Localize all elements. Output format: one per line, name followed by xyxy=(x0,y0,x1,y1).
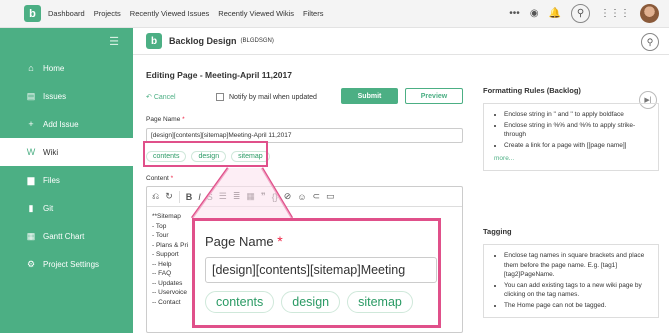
sidebar-item-issues[interactable]: ▤ Issues xyxy=(0,82,133,110)
home-icon: ⌂ xyxy=(28,63,34,73)
sidebar-item-project-settings[interactable]: ⚙ Project Settings xyxy=(0,250,133,278)
bold-icon[interactable]: B xyxy=(186,192,193,202)
link-icon[interactable]: ⊘ xyxy=(284,191,292,202)
tagging-rule: The Home page can not be tagged. xyxy=(504,301,650,311)
sidebar-item-git[interactable]: ▮ Git xyxy=(0,194,133,222)
attach-icon[interactable]: ⊂ xyxy=(313,191,321,202)
nav-recent-wikis[interactable]: Recently Viewed Wikis xyxy=(218,9,294,18)
submit-button[interactable]: Submit xyxy=(341,88,398,104)
list-icon[interactable]: ☰ xyxy=(219,191,227,202)
project-key: (BLGDSGN) xyxy=(240,38,274,44)
toolbar-divider xyxy=(178,190,180,203)
header-actions: ••• ◉ 🔔 ⚲ ⋮⋮⋮ xyxy=(509,4,659,23)
preview-button[interactable]: Preview xyxy=(405,88,463,104)
strike-icon[interactable]: S xyxy=(207,192,213,202)
menu-icon[interactable]: ☰ xyxy=(0,28,133,54)
search-icon[interactable]: ⚲ xyxy=(571,4,590,23)
redo-icon[interactable]: ↻ xyxy=(165,191,173,202)
sidebar-item-gantt-chart[interactable]: ▦ Gantt Chart xyxy=(0,222,133,250)
zoom-page-name-label-text: Page Name xyxy=(205,234,274,249)
files-icon: ▆ xyxy=(27,174,35,185)
issues-icon: ▤ xyxy=(26,90,36,101)
sidebar-item-add-issue[interactable]: + Add Issue xyxy=(0,110,133,138)
git-icon: ▮ xyxy=(28,202,34,213)
sidebar-item-label: Project Settings xyxy=(43,259,100,269)
gear-icon: ⚙ xyxy=(26,258,36,269)
required-mark: * xyxy=(182,116,185,123)
apps-icon[interactable]: ⋮⋮⋮ xyxy=(600,8,630,19)
formatting-rules-list: Enclose string in '' and '' to apply bol… xyxy=(483,103,659,171)
tagging-title: Tagging xyxy=(483,227,512,236)
backlog-logo[interactable]: b xyxy=(24,5,41,22)
notify-option[interactable]: Notify by mail when updated xyxy=(216,93,317,101)
zoom-page-name-input: [design][contents][sitemap]Meeting xyxy=(205,257,437,283)
tagging-rule: Enclose tag names in square brackets and… xyxy=(504,251,650,280)
nav-recent-issues[interactable]: Recently Viewed Issues xyxy=(130,9,210,18)
sidebar-item-label: Git xyxy=(43,203,54,213)
plus-icon: + xyxy=(28,119,34,129)
formatting-rule: Enclose string in %% and %% to apply str… xyxy=(504,121,650,140)
tagging-panel: Tagging Enclose tag names in square brac… xyxy=(483,227,659,318)
notify-label: Notify by mail when updated xyxy=(229,93,317,101)
formatting-rules-panel: Formatting Rules (Backlog) Enclose strin… xyxy=(483,86,659,171)
bell-icon[interactable]: 🔔 xyxy=(549,8,561,19)
nav-projects[interactable]: Projects xyxy=(94,9,121,18)
tagging-rule: You can add existing tags to a new wiki … xyxy=(504,281,650,300)
image-icon[interactable]: ▭ xyxy=(326,191,335,202)
sidebar-item-label: Gantt Chart xyxy=(43,231,85,241)
gantt-icon: ▦ xyxy=(26,230,36,241)
project-logo[interactable]: b xyxy=(146,33,162,49)
global-nav: Dashboard Projects Recently Viewed Issue… xyxy=(48,9,323,18)
zoom-page-name-label: Page Name * xyxy=(205,233,428,249)
project-name[interactable]: Backlog Design xyxy=(169,36,237,46)
zoom-tag-contents: contents xyxy=(205,291,275,313)
sidebar-item-wiki[interactable]: W Wiki xyxy=(0,138,133,166)
formatting-rules-title: Formatting Rules (Backlog) xyxy=(483,86,581,95)
page-name-label-text: Page Name xyxy=(146,116,181,123)
content-label-text: Content xyxy=(146,175,169,182)
sidebar-item-label: Home xyxy=(43,63,65,73)
table-icon[interactable]: ▦ xyxy=(246,191,255,202)
sidebar-item-home[interactable]: ⌂ Home xyxy=(0,54,133,82)
quote-icon[interactable]: ❞ xyxy=(261,191,266,202)
cancel-label: Cancel xyxy=(153,94,176,101)
sidebar: ☰ ⌂ Home ▤ Issues + Add Issue W Wiki ▆ Files … xyxy=(0,28,133,333)
notify-checkbox[interactable] xyxy=(216,93,224,101)
sidebar-item-label: Add Issue xyxy=(43,119,79,129)
italic-icon[interactable]: I xyxy=(198,192,201,202)
more-link[interactable]: more... xyxy=(494,154,650,164)
highlight-box xyxy=(143,141,268,167)
numbered-list-icon[interactable]: ≣ xyxy=(233,191,241,202)
cancel-link[interactable]: ↶ Cancel xyxy=(146,93,176,101)
avatar[interactable] xyxy=(640,4,659,23)
wiki-icon: W xyxy=(26,147,36,157)
page-name-label: Page Name * xyxy=(146,116,185,123)
emoji-icon[interactable]: ☺ xyxy=(297,192,306,202)
nav-dashboard[interactable]: Dashboard xyxy=(48,9,85,18)
zoom-tag-sitemap: sitemap xyxy=(347,291,413,313)
sidebar-item-label: Files xyxy=(43,175,60,185)
page-title: Editing Page - Meeting-April 11,2017 xyxy=(146,70,292,80)
project-header: b Backlog Design (BLGDSGN) ⚲ xyxy=(133,28,669,55)
undo-icon[interactable]: ⎌ xyxy=(152,191,159,202)
zoom-callout: Page Name * [design][contents][sitemap]M… xyxy=(192,218,441,328)
sidebar-item-label: Wiki xyxy=(43,147,59,157)
sidebar-item-files[interactable]: ▆ Files xyxy=(0,166,133,194)
global-header: b Dashboard Projects Recently Viewed Iss… xyxy=(0,0,669,28)
nav-filters[interactable]: Filters xyxy=(303,9,323,18)
tagging-rules-list: Enclose tag names in square brackets and… xyxy=(483,244,659,318)
code-icon[interactable]: {} xyxy=(272,192,278,202)
required-mark: * xyxy=(277,233,283,249)
required-mark: * xyxy=(170,175,174,182)
formatting-rule: Enclose string in '' and '' to apply bol… xyxy=(504,110,650,120)
content-label: Content * xyxy=(146,175,173,182)
formatting-rule: Create a link for a page with [[page nam… xyxy=(504,141,650,151)
more-icon[interactable]: ••• xyxy=(509,8,520,19)
zoom-tag-design: design xyxy=(281,291,341,313)
sidebar-item-label: Issues xyxy=(43,91,67,101)
watch-icon[interactable]: ◉ xyxy=(530,8,539,19)
project-search-icon[interactable]: ⚲ xyxy=(641,33,659,51)
zoom-tag-list: contents design sitemap xyxy=(205,291,428,313)
editor-toolbar: ⎌ ↻ B I S ☰ ≣ ▦ ❞ {} ⊘ ☺ ⊂ ▭ xyxy=(147,187,462,207)
